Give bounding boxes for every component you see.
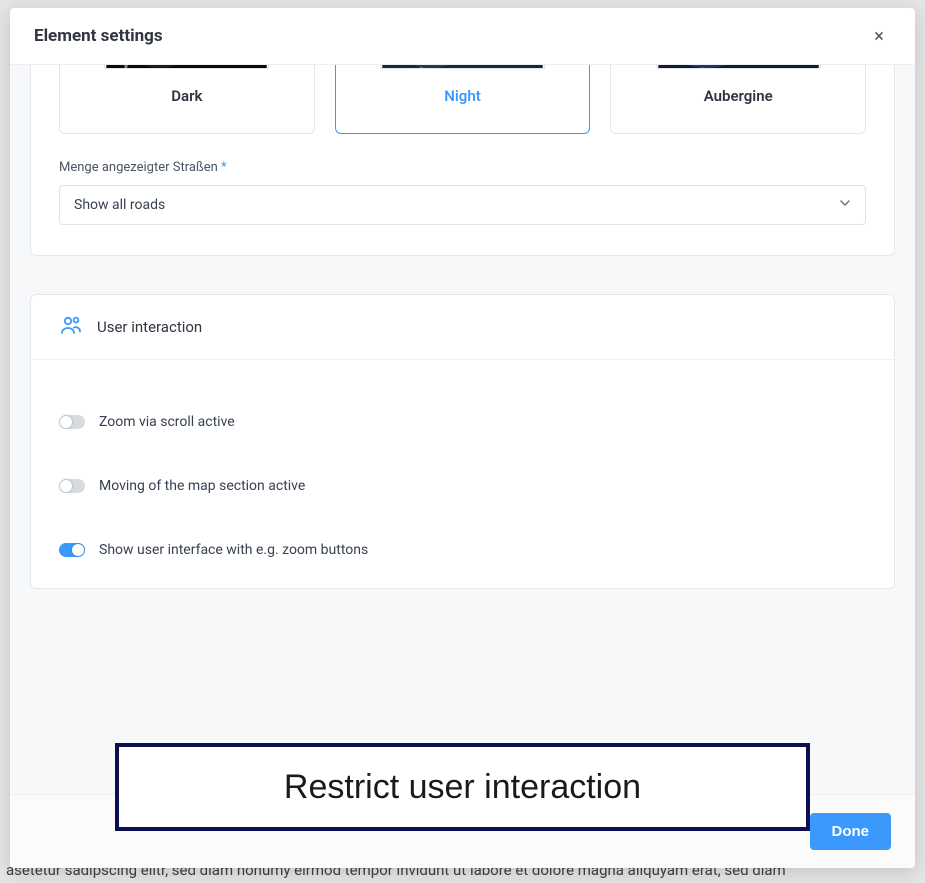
- interaction-title: User interaction: [97, 318, 202, 336]
- roads-label: Menge angezeigter Straßen *: [59, 160, 866, 175]
- theme-label: Night: [336, 87, 590, 105]
- restrict-interaction-banner: Restrict user interaction: [115, 743, 810, 831]
- close-button[interactable]: ×: [867, 24, 891, 48]
- banner-text: Restrict user interaction: [284, 768, 641, 807]
- map-thumb-aubergine-icon: [657, 65, 820, 68]
- themes-row: Dark: [59, 65, 866, 134]
- toggle-pan[interactable]: [59, 479, 85, 493]
- toggle-label: Show user interface with e.g. zoom butto…: [99, 542, 368, 558]
- modal-title: Element settings: [34, 26, 163, 46]
- done-button[interactable]: Done: [810, 813, 892, 850]
- modal-body[interactable]: Dark: [10, 65, 915, 794]
- required-star: *: [221, 160, 227, 175]
- interaction-card: User interaction Zoom via scroll active …: [30, 294, 895, 589]
- theme-thumb-night: [380, 65, 545, 69]
- toggle-label: Zoom via scroll active: [99, 414, 235, 430]
- roads-group: Menge angezeigter Straßen * Show all roa…: [59, 160, 866, 225]
- theme-tile-night[interactable]: Night: [335, 65, 591, 134]
- interaction-header: User interaction: [31, 295, 894, 360]
- theme-tile-aubergine[interactable]: Aubergine: [610, 65, 866, 134]
- roads-select[interactable]: Show all roads: [59, 185, 866, 225]
- toggle-row-zoom-scroll: Zoom via scroll active: [59, 414, 866, 430]
- toggle-zoom-scroll[interactable]: [59, 415, 85, 429]
- close-icon: ×: [874, 26, 884, 47]
- theme-label: Aubergine: [611, 87, 865, 105]
- theme-card: Dark: [30, 65, 895, 256]
- toggle-label: Moving of the map section active: [99, 478, 305, 494]
- modal-header: Element settings ×: [10, 8, 915, 65]
- map-thumb-dark-icon: [105, 65, 268, 68]
- toggle-row-pan: Moving of the map section active: [59, 478, 866, 494]
- theme-thumb-dark: [104, 65, 269, 69]
- map-thumb-night-icon: [381, 65, 544, 68]
- element-settings-modal: Element settings ×: [10, 8, 915, 868]
- theme-label: Dark: [60, 87, 314, 105]
- theme-thumb-aubergine: [656, 65, 821, 69]
- theme-tile-dark[interactable]: Dark: [59, 65, 315, 134]
- toggle-show-ui[interactable]: [59, 543, 85, 557]
- roads-select-value: Show all roads: [74, 197, 165, 213]
- chevron-down-icon: [839, 197, 851, 213]
- users-icon: [59, 313, 83, 341]
- roads-label-text: Menge angezeigter Straßen: [59, 160, 218, 175]
- toggle-row-show-ui: Show user interface with e.g. zoom butto…: [59, 542, 866, 558]
